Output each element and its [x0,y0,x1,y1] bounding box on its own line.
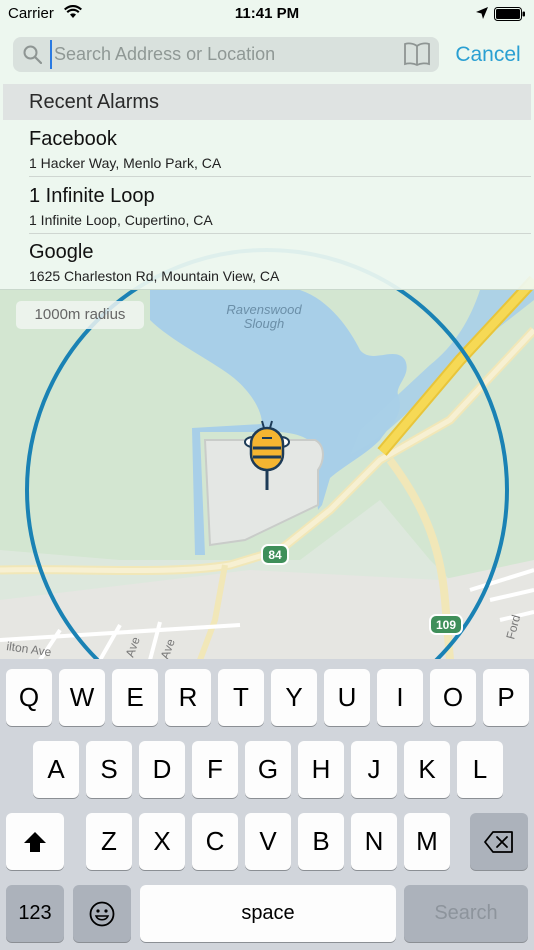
search-input[interactable] [50,40,395,69]
key-t[interactable]: T [218,669,264,726]
emoji-icon [89,901,115,926]
alarm-name: Google [29,241,94,263]
key-y[interactable]: Y [271,669,317,726]
search-icon [23,45,42,64]
key-a[interactable]: A [33,741,79,798]
status-bar: Carrier 11:41 PM [0,0,534,28]
route-84-shield: 84 [261,544,289,565]
key-n[interactable]: N [351,813,397,870]
space-key[interactable]: space [140,885,396,942]
alarm-address: 1625 Charleston Rd, Mountain View, CA [29,268,280,284]
recent-alarm-item[interactable]: Google 1625 Charleston Rd, Mountain View… [3,233,531,290]
numbers-key[interactable]: 123 [6,885,64,942]
key-s[interactable]: S [86,741,132,798]
route-109-shield: 109 [429,614,463,635]
key-e[interactable]: E [112,669,158,726]
key-c[interactable]: C [192,813,238,870]
search-field[interactable] [13,37,439,72]
recent-alarm-item[interactable]: 1 Infinite Loop 1 Infinite Loop, Cuperti… [3,177,531,234]
cancel-button[interactable]: Cancel [446,40,530,70]
keyboard: Q W E R T Y U I O P A S D F G H J K L Z … [0,659,534,950]
key-v[interactable]: V [245,813,291,870]
location-arrow-icon [476,7,488,19]
route-84-label: 84 [268,548,282,562]
clock-label: 11:41 PM [234,5,300,22]
key-z[interactable]: Z [86,813,132,870]
key-m[interactable]: M [404,813,450,870]
alarm-name: Facebook [29,128,117,150]
key-i[interactable]: I [377,669,423,726]
route-109-label: 109 [436,618,456,632]
key-r[interactable]: R [165,669,211,726]
key-l[interactable]: L [457,741,503,798]
key-h[interactable]: H [298,741,344,798]
shift-arrow-icon [24,831,46,852]
emoji-key[interactable] [73,885,131,942]
alarm-name: 1 Infinite Loop [29,185,155,207]
backspace-key[interactable] [470,813,528,870]
shift-key[interactable] [6,813,64,870]
radius-badge: 1000m radius [16,301,144,329]
key-b[interactable]: B [298,813,344,870]
backspace-icon [484,830,513,853]
map-label-ravenswood: Ravenswood [226,302,302,317]
key-x[interactable]: X [139,813,185,870]
key-k[interactable]: K [404,741,450,798]
map-label-slough: Slough [244,316,284,331]
key-g[interactable]: G [245,741,291,798]
key-u[interactable]: U [324,669,370,726]
key-d[interactable]: D [139,741,185,798]
battery-icon [494,7,525,21]
search-key[interactable]: Search [404,885,528,942]
search-overlay: Carrier 11:41 PM Cancel Recent Alarms Fa… [0,0,534,290]
key-o[interactable]: O [430,669,476,726]
key-w[interactable]: W [59,669,105,726]
bookmarks-book-icon[interactable] [403,42,431,66]
key-j[interactable]: J [351,741,397,798]
key-f[interactable]: F [192,741,238,798]
alarm-address: 1 Infinite Loop, Cupertino, CA [29,212,213,228]
key-q[interactable]: Q [6,669,52,726]
key-p[interactable]: P [483,669,529,726]
recent-alarms-header: Recent Alarms [3,84,531,120]
recent-alarm-item[interactable]: Facebook 1 Hacker Way, Menlo Park, CA [3,120,531,177]
alarm-address: 1 Hacker Way, Menlo Park, CA [29,155,222,171]
